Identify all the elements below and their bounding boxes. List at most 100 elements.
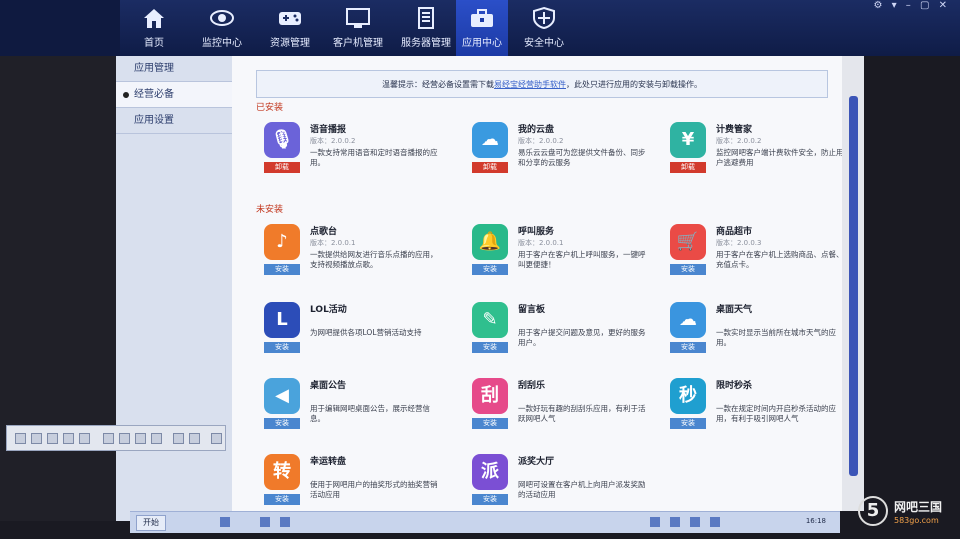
toolbar-tool-icon[interactable] xyxy=(79,433,90,444)
app-version: 版本：2.0.0.1 xyxy=(518,239,564,247)
taskbar-app-icon[interactable] xyxy=(280,517,290,527)
app-description: 用于编辑网吧桌面公告，展示经营信息。 xyxy=(310,404,430,423)
server-icon xyxy=(413,6,439,30)
toolbar-close-icon[interactable] xyxy=(211,433,222,444)
app-name: 刮刮乐 xyxy=(518,381,546,391)
uninstall-button[interactable]: 卸载 xyxy=(264,162,300,173)
app-name: 幸运转盘 xyxy=(310,457,347,467)
nav-tab-server[interactable]: 服务器管理 xyxy=(392,0,460,56)
toolbar-tool-icon[interactable] xyxy=(15,433,26,444)
app-name: 限时秒杀 xyxy=(716,381,753,391)
app-version: 版本：2.0.0.2 xyxy=(518,137,564,145)
nav-tab-monitor[interactable]: 客户机管理 xyxy=(324,0,392,56)
install-button[interactable]: 安装 xyxy=(472,264,508,275)
toolbar-tool-icon[interactable] xyxy=(63,433,74,444)
tray-icon[interactable] xyxy=(650,517,660,527)
app-name: 派奖大厅 xyxy=(518,457,555,467)
app-name: 点歌台 xyxy=(310,227,338,237)
app-card: ◀ 安装 桌面公告 用于编辑网吧桌面公告，展示经营信息。 xyxy=(264,378,444,448)
nav-tab-home[interactable]: 首页 xyxy=(120,0,188,56)
uninstall-button[interactable]: 卸载 xyxy=(472,162,508,173)
taskbar-app-icon[interactable] xyxy=(220,517,230,527)
microphone-icon: 🎙 xyxy=(264,122,300,158)
install-button[interactable]: 安装 xyxy=(264,264,300,275)
sidebar-item-label: 应用设置 xyxy=(134,115,174,126)
bell-icon: 🔔 xyxy=(472,224,508,260)
scrollbar-thumb[interactable] xyxy=(849,96,858,476)
app-version: 版本：2.0.0.2 xyxy=(310,137,356,145)
install-button[interactable]: 安装 xyxy=(472,418,508,429)
sidebar: 应用管理 经营必备 应用设置 xyxy=(116,56,232,521)
taskbar-app-icon[interactable] xyxy=(260,517,270,527)
app-card: 🔔 安装 呼叫服务 版本：2.0.0.1 用于客户在客户机上呼叫服务，一键呼叫更便捷！ xyxy=(472,224,652,294)
app-card: ✎ 安装 留言板 用于客户提交问题及意见，更好的服务用户。 xyxy=(472,302,652,372)
nav-left-blank xyxy=(0,0,120,56)
eye-icon xyxy=(209,6,235,30)
install-button[interactable]: 安装 xyxy=(264,418,300,429)
install-button[interactable]: 安装 xyxy=(264,342,300,353)
nav-tab-label: 资源管理 xyxy=(270,38,310,49)
nav-tab-label: 应用中心 xyxy=(462,38,502,49)
lol-icon: L xyxy=(264,302,300,338)
nav-tab-shield[interactable]: 安全中心 xyxy=(510,0,578,56)
app-card: L 安装 LOL活动 为网吧提供各项LOL营销活动支持 xyxy=(264,302,444,372)
install-button[interactable]: 安装 xyxy=(670,342,706,353)
toolbar-tool-icon[interactable] xyxy=(151,433,162,444)
app-description: 一款好玩有趣的刮刮乐应用，有利于活跃网吧人气 xyxy=(518,404,646,423)
app-name: 语音播报 xyxy=(310,125,347,135)
tip-download-link[interactable]: 易经宝经营助手软件 xyxy=(494,80,566,89)
app-version: 版本：2.0.0.2 xyxy=(716,137,762,145)
uninstall-button[interactable]: 卸载 xyxy=(670,162,706,173)
watermark-url: 583go.com xyxy=(894,516,939,525)
app-description: 易乐云云盘可为您提供文件备份、同步和分享的云服务 xyxy=(518,148,646,167)
window-controls[interactable]: ⚙ ▾ – ▢ ✕ xyxy=(873,0,950,11)
app-name: 桌面天气 xyxy=(716,305,753,315)
left-gutter xyxy=(0,56,116,521)
tray-icon[interactable] xyxy=(690,517,700,527)
main-content: 温馨提示：经营必备设置需下载易经宝经营助手软件，此处只进行应用的安装与卸载操作。… xyxy=(232,56,844,511)
app-card: ¥ 卸载 计费管家 版本：2.0.0.2 监控网吧客户端计费软件安全，防止用户逃避费用 xyxy=(670,122,850,192)
monitor-icon xyxy=(345,6,371,30)
taskbar-clock: 16:18 xyxy=(805,517,826,525)
cloud-icon: ☁ xyxy=(472,122,508,158)
start-button[interactable]: 开始 xyxy=(136,515,166,531)
nav-tab-label: 监控中心 xyxy=(202,38,242,49)
app-card: 🎙 卸载 语音播报 版本：2.0.0.2 一款支持常用语音和定时语音播报的应用。 xyxy=(264,122,444,192)
tray-icon[interactable] xyxy=(710,517,720,527)
nav-tab-label: 客户机管理 xyxy=(333,38,383,49)
install-button[interactable]: 安装 xyxy=(670,418,706,429)
sidebar-item-business-essentials[interactable]: 经营必备 xyxy=(116,82,232,108)
install-button[interactable]: 安装 xyxy=(472,342,508,353)
scratch-icon: 刮 xyxy=(472,378,508,414)
toolbar-tool-icon[interactable] xyxy=(173,433,184,444)
sidebar-item-app-management[interactable]: 应用管理 xyxy=(116,56,232,82)
toolbar-tool-icon[interactable] xyxy=(103,433,114,444)
sidebar-item-app-settings[interactable]: 应用设置 xyxy=(116,108,232,134)
toolbar-tool-icon[interactable] xyxy=(47,433,58,444)
app-description: 监控网吧客户端计费软件安全，防止用户逃避费用 xyxy=(716,148,844,167)
tray-icon[interactable] xyxy=(670,517,680,527)
toolbar-tool-icon[interactable] xyxy=(119,433,130,444)
scrollbar[interactable] xyxy=(842,56,864,511)
app-description: 用于客户在客户机上呼叫服务，一键呼叫更便捷！ xyxy=(518,250,646,269)
toolbar-tool-icon[interactable] xyxy=(135,433,146,444)
toolbar-tool-icon[interactable] xyxy=(189,433,200,444)
install-button[interactable]: 安装 xyxy=(472,494,508,505)
nav-tab-toolbox[interactable]: 应用中心 xyxy=(456,0,508,56)
cart-icon: 🛒 xyxy=(670,224,706,260)
selected-dot-icon xyxy=(123,92,129,98)
install-button[interactable]: 安装 xyxy=(670,264,706,275)
app-description: 一款提供给网友进行音乐点播的应用，支持视频播放点歌。 xyxy=(310,250,438,269)
speaker-icon: ◀ xyxy=(264,378,300,414)
app-name: 计费管家 xyxy=(716,125,753,135)
toolbar-tool-icon[interactable] xyxy=(31,433,42,444)
app-card: 秒安装 限时秒杀 一款在规定时间内开启秒杀活动的应用，有利于吸引网吧人气 xyxy=(670,378,850,448)
nav-tab-gamepad[interactable]: 资源管理 xyxy=(256,0,324,56)
app-card: 🛒 安装 商品超市 版本：2.0.0.3 用于客户在客户机上选购商品、点餐、充值点卡。 xyxy=(670,224,850,294)
app-name: LOL活动 xyxy=(310,305,347,315)
nav-tab-eye[interactable]: 监控中心 xyxy=(188,0,256,56)
nav-tab-label: 首页 xyxy=(144,38,164,49)
notepad-icon: ✎ xyxy=(472,302,508,338)
sidebar-item-label: 经营必备 xyxy=(134,89,174,100)
install-button[interactable]: 安装 xyxy=(264,494,300,505)
